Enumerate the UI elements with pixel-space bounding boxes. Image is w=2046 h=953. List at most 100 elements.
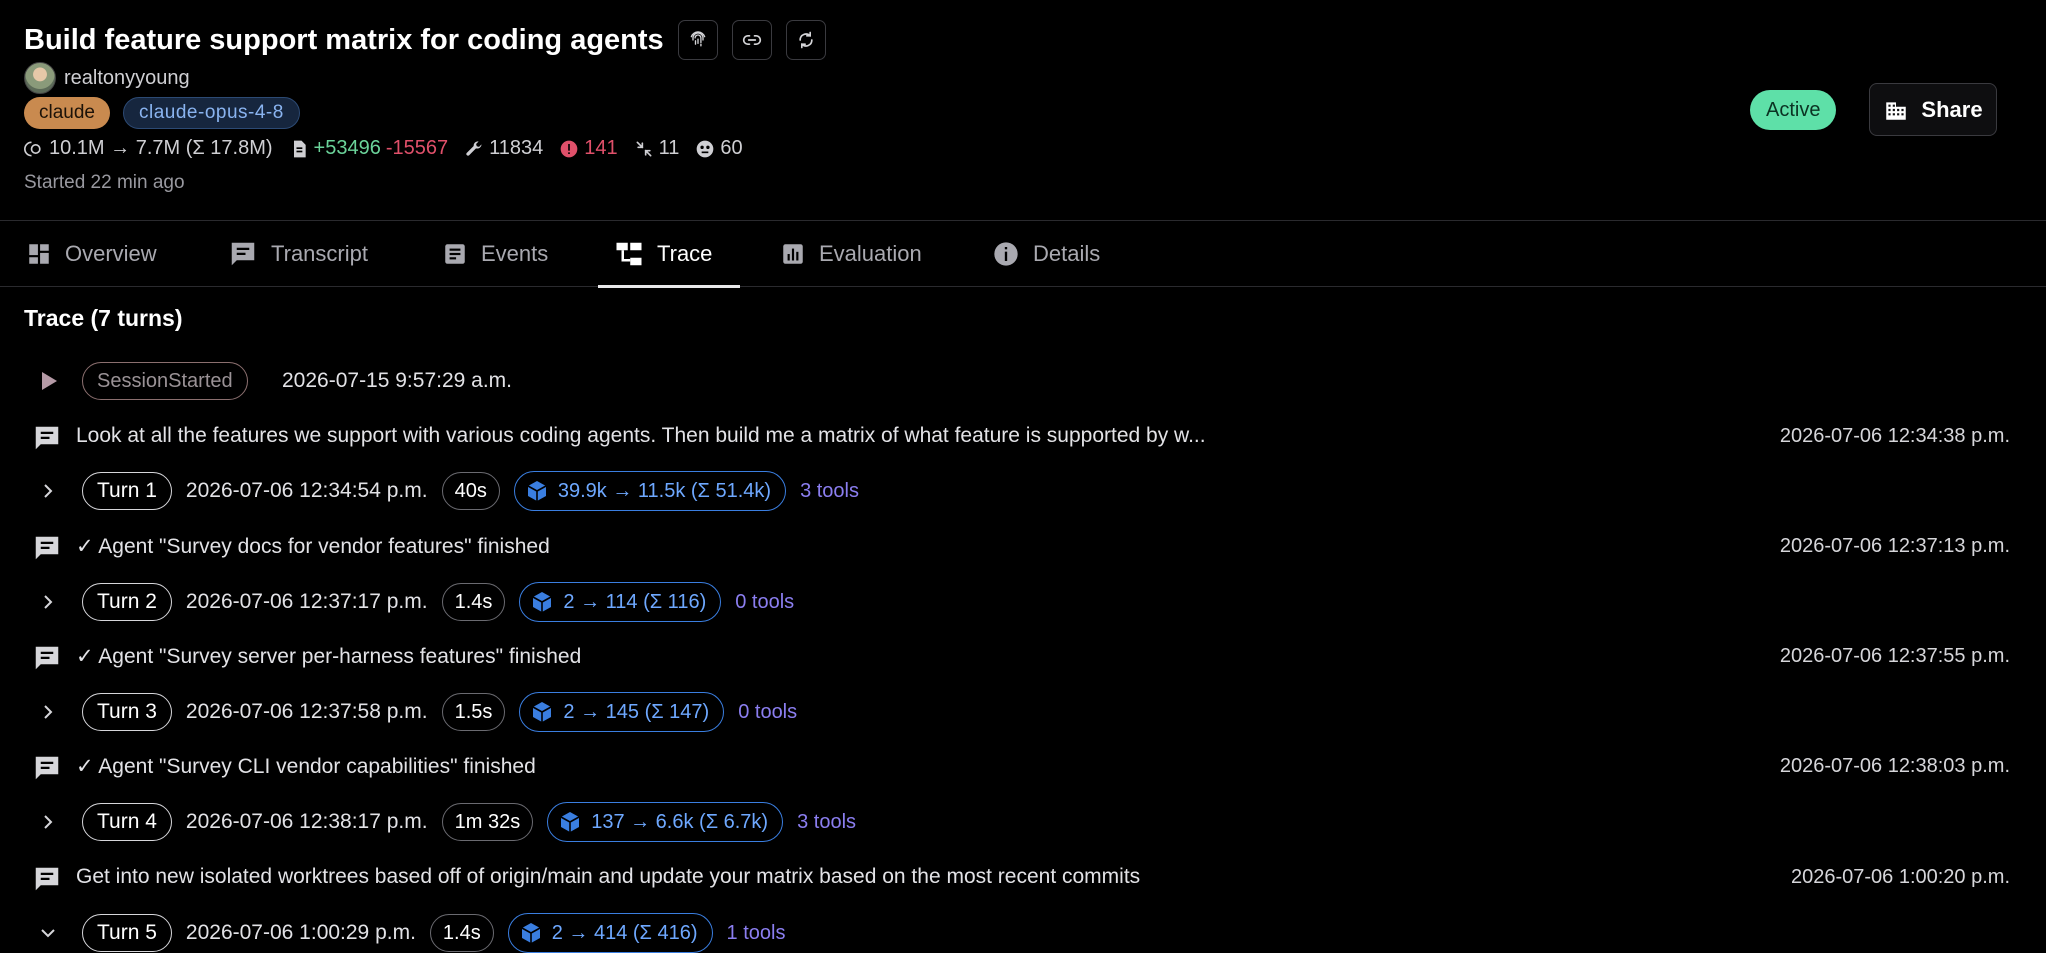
model-tag[interactable]: claude-opus-4-8 xyxy=(123,97,300,129)
message-text: ✓ Agent "Survey docs for vendor features… xyxy=(76,534,550,558)
turn-tools[interactable]: 3 tools xyxy=(800,480,859,503)
errors-stat: 141 xyxy=(559,137,618,160)
avatar[interactable] xyxy=(24,62,56,94)
session-header: Build feature support matrix for coding … xyxy=(0,0,2046,220)
turn-row[interactable]: Turn 3 2026-07-06 12:37:58 p.m. 1.5s 2 →… xyxy=(0,690,2046,734)
turn-label: Turn 3 xyxy=(82,693,172,731)
message-time: 2026-07-06 12:37:13 p.m. xyxy=(1779,534,2010,557)
tool-calls-count: 11834 xyxy=(489,137,544,159)
turn-row[interactable]: Turn 2 2026-07-06 12:37:17 p.m. 1.4s 2 →… xyxy=(0,580,2046,624)
dashboard-icon xyxy=(29,244,49,264)
chevron-right-icon[interactable] xyxy=(38,812,58,832)
cube-icon xyxy=(560,812,580,832)
turn-tokens: 137 → 6.6k (Σ 6.7k) xyxy=(547,802,784,842)
turn-summary: Turn 3 2026-07-06 12:37:58 p.m. 1.5s 2 →… xyxy=(82,692,797,732)
agent-message-row[interactable]: ✓ Agent "Survey CLI vendor capabilities"… xyxy=(0,744,2046,788)
turn-time: 2026-07-06 12:37:58 p.m. xyxy=(185,700,428,723)
turn-duration: 1.4s xyxy=(441,583,506,621)
status-badge: Active xyxy=(1750,90,1837,130)
tab-bar: Overview Transcript Events Trace Evaluat… xyxy=(0,220,2046,288)
tool-calls-stat: 11834 xyxy=(464,137,543,160)
share-button[interactable]: Share xyxy=(1869,83,1997,136)
refresh-button[interactable] xyxy=(785,20,826,60)
agent-message-row[interactable]: ✓ Agent "Survey server per-harness featu… xyxy=(0,634,2046,678)
message-time: 2026-07-06 1:00:20 p.m. xyxy=(1790,865,2010,888)
turn-time: 2026-07-06 12:37:17 p.m. xyxy=(185,590,428,613)
turn-tokens-text: 2 → 114 (Σ 116) xyxy=(563,590,707,613)
turn-duration: 40s xyxy=(441,472,500,510)
tab-label: Transcript xyxy=(271,241,368,266)
trace-heading: Trace (7 turns) xyxy=(24,305,183,331)
turn-duration: 1m 32s xyxy=(441,803,534,841)
turn-summary: Turn 4 2026-07-06 12:38:17 p.m. 1m 32s 1… xyxy=(82,802,856,842)
deletions-count: -15567 xyxy=(385,137,449,159)
chat-icon xyxy=(35,426,59,450)
diff-stat: +53496 -15567 xyxy=(289,137,449,160)
list-icon xyxy=(445,244,465,264)
turn-tools[interactable]: 3 tools xyxy=(797,811,856,834)
chevron-down-icon[interactable] xyxy=(38,923,58,943)
turn-tools[interactable]: 0 tools xyxy=(738,701,797,724)
turn-tokens-text: 2 → 145 (Σ 147) xyxy=(563,700,710,723)
chevron-right-icon[interactable] xyxy=(38,592,58,612)
turn-tokens-text: 39.9k → 11.5k (Σ 51.4k) xyxy=(557,479,772,502)
title-row: Build feature support matrix for coding … xyxy=(24,20,826,60)
tab-evaluation[interactable]: Evaluation xyxy=(780,221,922,287)
fingerprint-button[interactable] xyxy=(677,20,718,60)
share-label: Share xyxy=(1921,96,1983,122)
user-message-row[interactable]: Look at all the features we support with… xyxy=(0,414,2046,458)
compactions-count: 11 xyxy=(658,137,680,159)
turn-duration: 1.5s xyxy=(441,693,506,731)
user-message-row[interactable]: Get into new isolated worktrees based of… xyxy=(0,855,2046,899)
session-started-badge: SessionStarted xyxy=(82,362,248,400)
session-started-time: 2026-07-15 9:57:29 a.m. xyxy=(282,369,512,392)
errors-count: 141 xyxy=(584,137,618,159)
turn-tools[interactable]: 1 tools xyxy=(727,922,786,945)
robot-icon xyxy=(697,140,714,157)
message-time: 2026-07-06 12:38:03 p.m. xyxy=(1779,754,2010,777)
turn-tools[interactable]: 0 tools xyxy=(735,591,794,614)
additions-count: +53496 xyxy=(313,137,381,159)
compress-icon xyxy=(636,141,652,156)
fingerprint-icon xyxy=(690,31,706,47)
tab-events[interactable]: Events xyxy=(442,221,548,287)
turn-tokens: 2 → 145 (Σ 147) xyxy=(519,692,725,732)
chevron-right-icon[interactable] xyxy=(38,481,58,501)
chat-icon xyxy=(35,536,59,560)
message-text: ✓ Agent "Survey CLI vendor capabilities"… xyxy=(76,754,536,778)
turn-label: Turn 2 xyxy=(82,583,172,621)
file-diff-icon xyxy=(293,140,306,157)
turn-label: Turn 5 xyxy=(82,914,172,952)
turn-label: Turn 4 xyxy=(82,803,172,841)
building-icon xyxy=(1886,101,1907,120)
token-count: 10.1M → 7.7M (Σ 17.8M) xyxy=(49,137,273,159)
username[interactable]: realtonyyoung xyxy=(64,67,190,90)
cube-icon xyxy=(521,923,541,943)
chevron-right-icon[interactable] xyxy=(38,702,58,722)
message-text: ✓ Agent "Survey server per-harness featu… xyxy=(76,644,582,668)
tab-overview[interactable]: Overview xyxy=(26,221,157,287)
session-page: Build feature support matrix for coding … xyxy=(0,0,2046,953)
message-time: 2026-07-06 12:37:55 p.m. xyxy=(1779,644,2010,667)
copy-link-button[interactable] xyxy=(731,20,772,60)
tags-row: claude claude-opus-4-8 xyxy=(24,97,300,129)
turn-tokens: 39.9k → 11.5k (Σ 51.4k) xyxy=(513,471,787,511)
play-icon[interactable] xyxy=(40,371,58,391)
cube-icon xyxy=(527,481,547,501)
refresh-icon xyxy=(799,31,813,49)
compactions-stat: 11 xyxy=(634,137,680,160)
turn-tokens-text: 137 → 6.6k (Σ 6.7k) xyxy=(591,810,769,833)
turn-summary: Turn 2 2026-07-06 12:37:17 p.m. 1.4s 2 →… xyxy=(82,582,794,622)
turn-row[interactable]: Turn 1 2026-07-06 12:34:54 p.m. 40s 39.9… xyxy=(0,469,2046,513)
turn-summary: Turn 1 2026-07-06 12:34:54 p.m. 40s 39.9… xyxy=(82,471,859,511)
turn-row[interactable]: Turn 5 2026-07-06 1:00:29 p.m. 1.4s 2 → … xyxy=(0,911,2046,953)
tab-details[interactable]: Details xyxy=(992,221,1100,287)
tab-transcript[interactable]: Transcript xyxy=(228,221,368,287)
bar-chart-icon xyxy=(783,244,803,264)
chat-icon xyxy=(35,867,59,891)
tab-trace[interactable]: Trace xyxy=(597,221,741,288)
turn-tokens: 2 → 114 (Σ 116) xyxy=(519,582,722,622)
agent-tag[interactable]: claude xyxy=(24,97,110,129)
turn-row[interactable]: Turn 4 2026-07-06 12:38:17 p.m. 1m 32s 1… xyxy=(0,800,2046,844)
agent-message-row[interactable]: ✓ Agent "Survey docs for vendor features… xyxy=(0,524,2046,568)
